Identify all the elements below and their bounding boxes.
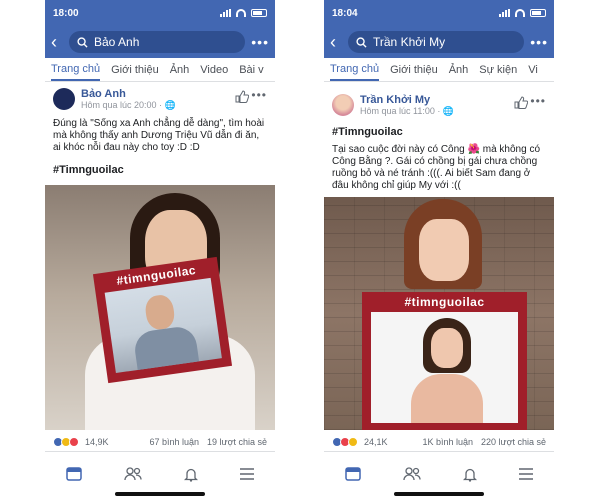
search-value: Bảo Anh bbox=[94, 35, 140, 49]
home-indicator bbox=[394, 492, 484, 496]
status-bar: 18:00 bbox=[45, 0, 275, 26]
post-text: Tại sao cuộc đời này có Công 🌺 mà không … bbox=[332, 144, 541, 191]
menu-icon[interactable] bbox=[240, 468, 254, 480]
feed-icon[interactable] bbox=[66, 467, 82, 481]
back-arrow-icon[interactable]: ‹ bbox=[51, 33, 63, 51]
sign-photo bbox=[104, 277, 222, 373]
post-header: Trần Khởi My Hôm qua lúc 11:00 · 🌐 ••• bbox=[324, 82, 554, 122]
wifi-icon bbox=[236, 9, 246, 17]
search-input[interactable]: Bảo Anh bbox=[69, 31, 246, 53]
status-bar: 18:04 bbox=[324, 0, 554, 26]
post-hashtag[interactable]: #Timnguoilac bbox=[45, 156, 275, 180]
tab-posts[interactable]: Bài v bbox=[239, 64, 263, 76]
like-icon[interactable] bbox=[514, 96, 528, 109]
signal-icon bbox=[499, 9, 510, 17]
search-input[interactable]: Trần Khởi My bbox=[348, 31, 525, 53]
share-count[interactable]: 19 lượt chia sẻ bbox=[207, 437, 267, 447]
battery-icon bbox=[251, 9, 267, 17]
tab-events[interactable]: Sự kiện bbox=[479, 64, 517, 76]
back-arrow-icon[interactable]: ‹ bbox=[330, 33, 342, 51]
profile-tabs: Trang chủ Giới thiệu Ảnh Video Bài v bbox=[45, 58, 275, 82]
comment-count[interactable]: 67 bình luận bbox=[149, 437, 199, 447]
post-photo[interactable]: #timnguoilac bbox=[45, 185, 275, 430]
reaction-count[interactable]: 14,9K bbox=[81, 437, 149, 447]
profile-tabs: Trang chủ Giới thiệu Ảnh Sự kiện Vi bbox=[324, 58, 554, 82]
sign-frame: #timnguoilac bbox=[92, 256, 233, 384]
tab-about[interactable]: Giới thiệu bbox=[111, 64, 159, 76]
status-time: 18:04 bbox=[332, 7, 358, 19]
tab-home[interactable]: Trang chủ bbox=[330, 58, 380, 81]
tab-video[interactable]: Video bbox=[200, 64, 228, 76]
header-bar: 18:00 ‹ Bảo Anh ••• bbox=[45, 0, 275, 58]
search-icon bbox=[77, 36, 88, 48]
battery-icon bbox=[530, 9, 546, 17]
more-icon[interactable]: ••• bbox=[530, 34, 548, 50]
tab-home[interactable]: Trang chủ bbox=[51, 58, 101, 81]
sign-frame: #timnguoilac bbox=[362, 292, 527, 430]
tab-photos[interactable]: Ảnh bbox=[449, 64, 469, 76]
signal-icon bbox=[220, 9, 231, 17]
comment-count[interactable]: 1K bình luận bbox=[422, 437, 473, 447]
search-icon bbox=[356, 36, 367, 48]
person-face bbox=[419, 219, 469, 281]
post-more-icon[interactable]: ••• bbox=[530, 94, 546, 108]
reaction-icons[interactable] bbox=[53, 436, 79, 447]
post-stats: 14,9K 67 bình luận 19 lượt chia sẻ bbox=[45, 432, 275, 452]
post-hashtag[interactable]: #Timnguoilac bbox=[324, 122, 554, 142]
bottom-nav bbox=[324, 458, 554, 490]
menu-icon[interactable] bbox=[519, 468, 533, 480]
sign-text: #timnguoilac bbox=[404, 295, 485, 309]
globe-icon: 🌐 bbox=[164, 99, 176, 110]
friends-icon[interactable] bbox=[403, 467, 421, 481]
reaction-count[interactable]: 24,1K bbox=[360, 437, 422, 447]
bell-icon[interactable] bbox=[463, 467, 477, 482]
post-text: Đúng là "Sống xa Anh chẳng dễ dàng", tìm… bbox=[53, 118, 265, 153]
phone-screen-bao-anh: 18:00 ‹ Bảo Anh ••• Trang chủ Giới thiệu… bbox=[45, 0, 275, 500]
post-more-icon[interactable]: ••• bbox=[251, 88, 267, 102]
like-icon[interactable] bbox=[235, 90, 249, 103]
header-bar: 18:04 ‹ Trần Khởi My ••• bbox=[324, 0, 554, 58]
friends-icon[interactable] bbox=[124, 467, 142, 481]
post-header: Bảo Anh Hôm qua lúc 20:00 · 🌐 ••• bbox=[45, 82, 275, 116]
phone-screen-tran-khoi-my: 18:04 ‹ Trần Khởi My ••• Trang chủ Giới … bbox=[324, 0, 554, 500]
post-timestamp: Hôm qua lúc 20:00 · bbox=[81, 99, 163, 110]
tab-video[interactable]: Vi bbox=[528, 64, 538, 76]
avatar[interactable] bbox=[332, 94, 354, 116]
reaction-icons[interactable] bbox=[332, 436, 358, 447]
wifi-icon bbox=[515, 9, 525, 17]
share-count[interactable]: 220 lượt chia sẻ bbox=[481, 437, 546, 447]
search-value: Trần Khởi My bbox=[373, 35, 446, 49]
sign-photo bbox=[371, 312, 518, 423]
post-timestamp: Hôm qua lúc 11:00 · bbox=[360, 105, 441, 116]
tab-about[interactable]: Giới thiệu bbox=[390, 64, 438, 76]
bottom-nav bbox=[45, 458, 275, 490]
post-photo[interactable]: #timnguoilac bbox=[324, 197, 554, 430]
post-stats: 24,1K 1K bình luận 220 lượt chia sẻ bbox=[324, 432, 554, 452]
post-author[interactable]: Bảo Anh bbox=[81, 88, 176, 100]
tab-photos[interactable]: Ảnh bbox=[170, 64, 190, 76]
globe-icon: 🌐 bbox=[442, 105, 455, 116]
avatar[interactable] bbox=[53, 88, 75, 110]
status-time: 18:00 bbox=[53, 7, 79, 19]
more-icon[interactable]: ••• bbox=[251, 34, 269, 50]
home-indicator bbox=[115, 492, 205, 496]
post-author[interactable]: Trần Khởi My bbox=[360, 94, 454, 106]
bell-icon[interactable] bbox=[184, 467, 198, 482]
feed-icon[interactable] bbox=[345, 467, 361, 481]
